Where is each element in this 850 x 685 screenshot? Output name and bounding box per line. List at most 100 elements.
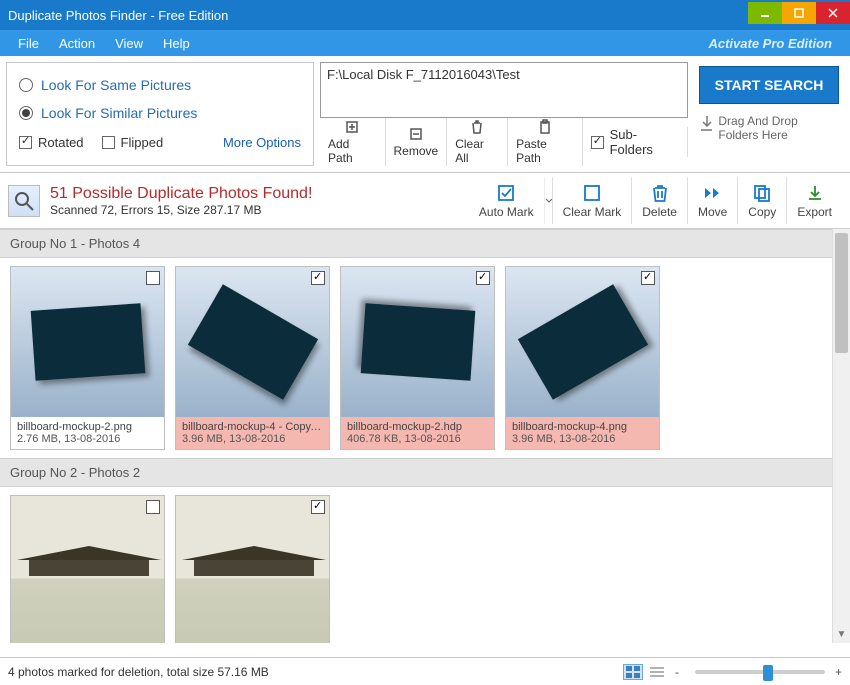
select-checkbox[interactable] bbox=[146, 271, 160, 285]
thumbnail bbox=[341, 267, 494, 417]
status-bar: 4 photos marked for deletion, total size… bbox=[0, 657, 850, 685]
slider-thumb[interactable] bbox=[763, 665, 773, 681]
maximize-button[interactable] bbox=[782, 2, 816, 24]
photo-card[interactable]: billboard-mockup-4 - Copy.png3.96 MB, 13… bbox=[175, 266, 330, 450]
card-info: billboard-mockup-4 - Copy.png3.96 MB, 13… bbox=[176, 417, 329, 449]
button-label: Move bbox=[698, 205, 727, 219]
paste-path-button[interactable]: Paste Path bbox=[508, 118, 583, 166]
checkbox-label: Flipped bbox=[121, 135, 164, 150]
zoom-slider[interactable] bbox=[695, 670, 825, 674]
file-meta: 406.78 KB, 13-08-2016 bbox=[347, 433, 488, 445]
download-icon bbox=[698, 114, 712, 136]
magnifier-icon bbox=[8, 185, 40, 217]
results-headline: 51 Possible Duplicate Photos Found! bbox=[50, 185, 312, 203]
thumbnail-row: billboard-mockup-2.png2.76 MB, 13-08-201… bbox=[0, 258, 832, 458]
clear-mark-button[interactable]: Clear Mark bbox=[552, 177, 632, 224]
arrows-icon bbox=[703, 183, 723, 203]
grid-icon bbox=[626, 666, 640, 678]
menu-help[interactable]: Help bbox=[153, 36, 200, 51]
select-checkbox[interactable] bbox=[476, 271, 490, 285]
results-body: Group No 1 - Photos 4 billboard-mockup-2.… bbox=[0, 229, 850, 643]
activate-link[interactable]: Activate Pro Edition bbox=[698, 36, 842, 51]
path-toolbar: Add Path Remove Clear All Paste Path Sub… bbox=[320, 118, 688, 166]
search-mode-panel: Look For Same Pictures Look For Similar … bbox=[6, 62, 314, 166]
copy-button[interactable]: Copy bbox=[737, 177, 786, 224]
select-checkbox[interactable] bbox=[311, 271, 325, 285]
trash-icon bbox=[650, 183, 670, 203]
select-checkbox[interactable] bbox=[641, 271, 655, 285]
copy-icon bbox=[752, 183, 772, 203]
group-header[interactable]: Group No 1 - Photos 4 bbox=[0, 229, 832, 258]
start-search-button[interactable]: START SEARCH bbox=[699, 66, 839, 104]
menu-action[interactable]: Action bbox=[49, 36, 105, 51]
view-list-button[interactable] bbox=[647, 664, 667, 680]
checkmark-box-icon bbox=[496, 183, 516, 203]
auto-mark-dropdown[interactable] bbox=[544, 177, 552, 224]
menu-bar: File Action View Help Activate Pro Editi… bbox=[0, 30, 850, 56]
clipboard-icon bbox=[537, 119, 553, 135]
group-header[interactable]: Group No 2 - Photos 2 bbox=[0, 458, 832, 487]
select-checkbox[interactable] bbox=[311, 500, 325, 514]
file-name: billboard-mockup-4 - Copy.png bbox=[182, 421, 323, 433]
checkbox-flipped[interactable]: Flipped bbox=[102, 135, 164, 150]
card-info: billboard-mockup-2.png2.76 MB, 13-08-201… bbox=[11, 417, 164, 449]
file-name: billboard-mockup-4.png bbox=[512, 421, 653, 433]
checkbox-subfolders[interactable]: Sub-Folders bbox=[583, 127, 688, 157]
radio-label: Look For Same Pictures bbox=[41, 77, 191, 93]
export-icon bbox=[805, 183, 825, 203]
button-label: Remove bbox=[394, 144, 439, 158]
export-button[interactable]: Export bbox=[786, 177, 842, 224]
search-options-area: Look For Same Pictures Look For Similar … bbox=[0, 56, 850, 173]
move-button[interactable]: Move bbox=[687, 177, 737, 224]
scroll-thumb[interactable] bbox=[835, 233, 848, 353]
radio-same-pictures[interactable]: Look For Same Pictures bbox=[19, 71, 301, 99]
empty-box-icon bbox=[582, 183, 602, 203]
chevron-down-icon bbox=[545, 197, 552, 205]
radio-icon bbox=[19, 78, 33, 92]
drag-drop-hint: Drag And Drop Folders Here bbox=[694, 114, 844, 142]
radio-label: Look For Similar Pictures bbox=[41, 105, 197, 121]
path-list[interactable]: F:\Local Disk F_7112016043\Test bbox=[320, 62, 688, 118]
button-label: Copy bbox=[748, 205, 776, 219]
path-panel: F:\Local Disk F_7112016043\Test Add Path… bbox=[320, 62, 688, 166]
view-thumbnails-button[interactable] bbox=[623, 664, 643, 680]
button-label: Delete bbox=[642, 205, 677, 219]
results-header: 51 Possible Duplicate Photos Found! Scan… bbox=[0, 173, 850, 229]
menu-view[interactable]: View bbox=[105, 36, 153, 51]
thumbnail bbox=[176, 267, 329, 417]
auto-mark-button[interactable]: Auto Mark bbox=[469, 177, 544, 224]
checkbox-icon bbox=[19, 136, 32, 149]
vertical-scrollbar[interactable]: ▲ ▼ bbox=[832, 229, 850, 643]
minimize-button[interactable] bbox=[748, 2, 782, 24]
hint-text: Drag And Drop Folders Here bbox=[718, 114, 840, 142]
scroll-down-icon[interactable]: ▼ bbox=[833, 625, 850, 643]
photo-card[interactable]: billboard-mockup-4.png3.96 MB, 13-08-201… bbox=[505, 266, 660, 450]
zoom-plus[interactable]: + bbox=[835, 665, 842, 679]
add-path-button[interactable]: Add Path bbox=[320, 118, 386, 166]
photo-card[interactable]: billboard-mockup-2.hdp406.78 KB, 13-08-2… bbox=[340, 266, 495, 450]
close-button[interactable] bbox=[816, 2, 850, 24]
file-meta: 2.76 MB, 13-08-2016 bbox=[17, 433, 158, 445]
title-bar: Duplicate Photos Finder - Free Edition bbox=[0, 0, 850, 30]
window-title: Duplicate Photos Finder - Free Edition bbox=[8, 8, 748, 23]
thumbnail-row bbox=[0, 487, 832, 643]
button-label: Export bbox=[797, 205, 832, 219]
start-panel: START SEARCH Drag And Drop Folders Here bbox=[694, 62, 844, 166]
photo-card[interactable]: billboard-mockup-2.png2.76 MB, 13-08-201… bbox=[10, 266, 165, 450]
select-checkbox[interactable] bbox=[146, 500, 160, 514]
file-meta: 3.96 MB, 13-08-2016 bbox=[512, 433, 653, 445]
checkbox-rotated[interactable]: Rotated bbox=[19, 135, 84, 150]
menu-file[interactable]: File bbox=[8, 36, 49, 51]
status-text: 4 photos marked for deletion, total size… bbox=[8, 665, 269, 679]
radio-similar-pictures[interactable]: Look For Similar Pictures bbox=[19, 99, 301, 127]
card-info: billboard-mockup-4.png3.96 MB, 13-08-201… bbox=[506, 417, 659, 449]
remove-path-button[interactable]: Remove bbox=[386, 118, 448, 166]
button-label: Add Path bbox=[328, 137, 377, 165]
photo-card[interactable] bbox=[175, 495, 330, 643]
clear-all-button[interactable]: Clear All bbox=[447, 118, 508, 166]
zoom-minus[interactable]: - bbox=[675, 665, 679, 679]
delete-button[interactable]: Delete bbox=[631, 177, 687, 224]
thumbnail bbox=[506, 267, 659, 417]
more-options-link[interactable]: More Options bbox=[223, 135, 301, 150]
photo-card[interactable] bbox=[10, 495, 165, 643]
